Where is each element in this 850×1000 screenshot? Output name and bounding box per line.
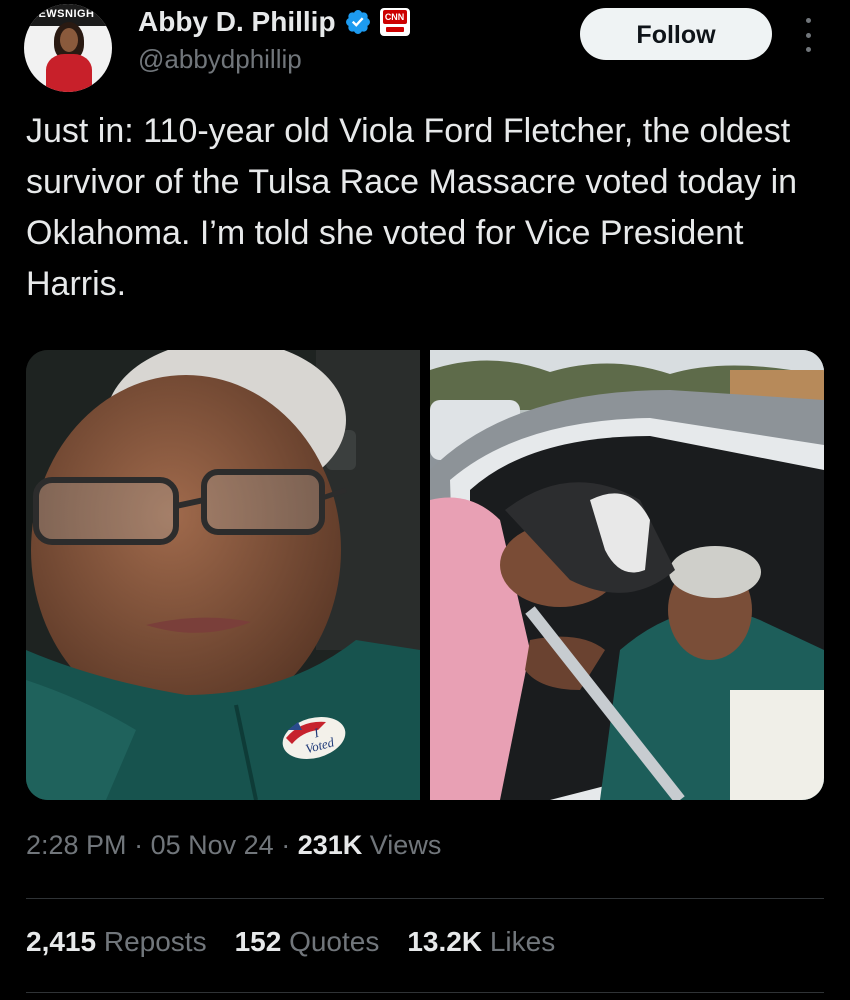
likes-stat[interactable]: 13.2K Likes (407, 926, 555, 958)
engagement-stats: 2,415 Reposts 152 Quotes 13.2K Likes (26, 926, 555, 958)
car-window-illustration (430, 350, 824, 800)
meta-separator: · (134, 830, 144, 860)
views-label: Views (369, 830, 442, 860)
tweet-media-grid: I Voted (26, 350, 824, 800)
reposts-count: 2,415 (26, 926, 97, 957)
author-name-row: Abby D. Phillip CNN (138, 6, 410, 38)
avatar-banner-text: NEWSNIGH (30, 8, 95, 20)
divider (26, 992, 824, 993)
avatar-face (60, 28, 78, 52)
avatar-body (46, 54, 92, 92)
more-dot (805, 32, 811, 38)
tweet-photo-2[interactable] (430, 350, 824, 800)
tweet-text: Just in: 110-year old Viola Ford Fletche… (26, 112, 798, 303)
tweet-photo-1[interactable]: I Voted (26, 350, 420, 800)
cnn-logo-icon[interactable]: CNN (379, 8, 410, 36)
reposts-label: Reposts (103, 926, 207, 957)
more-dot (805, 18, 811, 23)
meta-separator: · (281, 830, 291, 860)
affiliate-badge-bar (385, 27, 404, 32)
quotes-stat[interactable]: 152 Quotes (235, 926, 380, 958)
reposts-stat[interactable]: 2,415 Reposts (26, 926, 207, 958)
likes-count: 13.2K (407, 926, 483, 957)
tweet-date[interactable]: 05 Nov 24 (151, 830, 274, 860)
author-display-name[interactable]: Abby D. Phillip (138, 6, 336, 38)
verified-badge-icon[interactable] (344, 8, 372, 36)
likes-label: Likes (489, 926, 556, 957)
affiliate-badge-text: CNN (382, 10, 407, 24)
quotes-label: Quotes (289, 926, 380, 957)
tweet-time[interactable]: 2:28 PM (26, 830, 127, 860)
divider (26, 898, 824, 899)
more-dot (805, 47, 811, 52)
views-count: 231K (297, 830, 363, 860)
author-handle[interactable]: @abbydphillip (138, 44, 302, 75)
author-avatar[interactable]: NEWSNIGH (24, 4, 112, 92)
follow-button[interactable]: Follow (580, 8, 772, 60)
portrait-illustration (26, 350, 420, 800)
quotes-count: 152 (234, 926, 282, 957)
tweet-meta: 2:28 PM · 05 Nov 24 · 231K Views (26, 830, 441, 861)
more-options-icon[interactable] (796, 18, 820, 52)
